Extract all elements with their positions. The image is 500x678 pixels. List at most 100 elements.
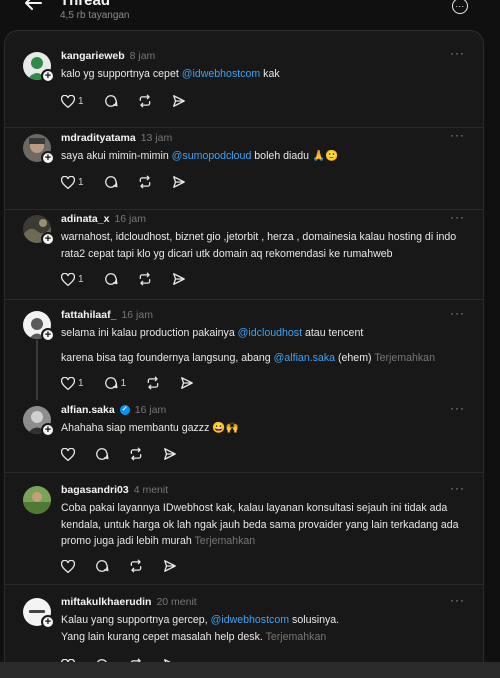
follow-plus-icon[interactable]: + bbox=[41, 423, 55, 437]
comment-icon bbox=[104, 95, 118, 107]
comment-icon bbox=[96, 448, 109, 460]
share-button[interactable] bbox=[172, 94, 186, 108]
reply-post: + adinata_x 16 jam ··· warnahost, idclou… bbox=[5, 210, 483, 300]
reply-button[interactable] bbox=[95, 559, 109, 573]
post-more-button[interactable]: ··· bbox=[450, 401, 465, 415]
username[interactable]: adinata_x bbox=[61, 213, 109, 225]
like-button[interactable] bbox=[61, 559, 75, 573]
share-button[interactable] bbox=[172, 272, 186, 286]
username[interactable]: mdradityatama bbox=[61, 132, 136, 144]
repost-button[interactable] bbox=[138, 94, 152, 108]
post-actions bbox=[61, 558, 197, 574]
more-options-button[interactable]: ... bbox=[452, 0, 468, 14]
repost-button[interactable] bbox=[129, 447, 143, 461]
repost-icon bbox=[139, 94, 150, 108]
heart-icon bbox=[61, 272, 75, 286]
translate-link[interactable]: Terjemahkan bbox=[266, 631, 327, 643]
post-more-button[interactable]: ··· bbox=[450, 210, 465, 224]
share-button[interactable] bbox=[163, 447, 177, 461]
repost-button[interactable] bbox=[138, 272, 152, 286]
post-text: Coba pakai layannya IDwebhost kak, kalau… bbox=[61, 502, 459, 547]
send-icon bbox=[172, 95, 185, 107]
post-text: Ahahaha siap membantu gazzz 😀🙌 bbox=[61, 422, 239, 434]
send-icon bbox=[172, 273, 185, 285]
like-button[interactable]: 1 bbox=[61, 376, 84, 390]
avatar[interactable]: + bbox=[23, 598, 55, 629]
post-actions bbox=[61, 446, 197, 462]
timestamp: 20 menit bbox=[156, 596, 197, 608]
like-button[interactable]: 1 bbox=[61, 272, 84, 286]
repost-button[interactable] bbox=[138, 175, 152, 189]
heart-icon bbox=[61, 175, 75, 189]
avatar[interactable]: + bbox=[23, 52, 55, 83]
mention-link[interactable]: @idwebhostcom bbox=[211, 614, 289, 626]
avatar[interactable]: + bbox=[23, 134, 55, 165]
back-button[interactable] bbox=[22, 0, 44, 12]
reply-post: bagasandri03 4 menit ··· Coba pakai laya… bbox=[5, 473, 483, 585]
send-icon bbox=[164, 448, 176, 460]
reply-post: + fattahilaaf_ 16 jam ··· selama ini kal… bbox=[5, 300, 483, 403]
avatar[interactable]: + bbox=[23, 406, 55, 437]
thread-header: Thread 4,5 rb tayangan ... bbox=[0, 0, 500, 28]
share-button[interactable] bbox=[172, 175, 186, 189]
translate-link[interactable]: Terjemahkan bbox=[195, 535, 256, 547]
reply-button[interactable]: 1 bbox=[104, 376, 126, 390]
post-more-button[interactable]: ··· bbox=[450, 593, 465, 607]
timestamp: 16 jam bbox=[114, 213, 146, 225]
post-more-button[interactable]: ··· bbox=[450, 306, 465, 320]
comment-icon bbox=[104, 273, 118, 285]
share-button[interactable] bbox=[180, 376, 194, 390]
post-text: warnahost, idcloudhost, biznet gio ,jeto… bbox=[61, 231, 457, 260]
post-more-button[interactable]: ··· bbox=[450, 481, 465, 495]
post-actions: 1 bbox=[61, 174, 206, 190]
like-button[interactable]: 1 bbox=[61, 175, 84, 189]
view-count: 4,5 rb tayangan bbox=[60, 10, 130, 21]
avatar[interactable]: + bbox=[23, 215, 55, 246]
repost-button[interactable] bbox=[129, 559, 143, 573]
post-more-button[interactable]: ··· bbox=[450, 46, 465, 60]
avatar[interactable]: + bbox=[23, 311, 55, 342]
username[interactable]: kangarieweb bbox=[61, 50, 125, 62]
mention-link[interactable]: @alfian.saka bbox=[274, 352, 335, 364]
username[interactable]: fattahilaaf_ bbox=[61, 309, 116, 321]
thread-card: + kangarieweb 8 jam ··· kalo yg supportn… bbox=[4, 30, 484, 678]
send-icon bbox=[181, 377, 194, 389]
mention-link[interactable]: @sumopodcloud bbox=[172, 150, 252, 162]
share-button[interactable] bbox=[163, 559, 177, 573]
reply-button[interactable] bbox=[104, 94, 118, 108]
reply-button[interactable] bbox=[104, 175, 118, 189]
heart-icon bbox=[61, 559, 75, 573]
post-text-continued: karena bisa tag foundernya langsung, aba… bbox=[61, 352, 435, 364]
more-circle-icon: ... bbox=[455, 0, 465, 9]
post-more-button[interactable]: ··· bbox=[450, 128, 465, 142]
follow-plus-icon[interactable]: + bbox=[41, 69, 55, 83]
like-button[interactable] bbox=[61, 447, 75, 461]
avatar[interactable] bbox=[23, 486, 51, 514]
comment-icon bbox=[96, 560, 109, 572]
follow-plus-icon[interactable]: + bbox=[41, 615, 55, 629]
username[interactable]: bagasandri03 bbox=[61, 484, 129, 496]
post-text: kalo yg supportnya cepet @idwebhostcom k… bbox=[61, 68, 280, 80]
comment-icon bbox=[104, 176, 118, 188]
like-button[interactable]: 1 bbox=[61, 94, 84, 108]
mention-link[interactable]: @idcloudhost bbox=[238, 327, 302, 339]
follow-plus-icon[interactable]: + bbox=[41, 328, 55, 342]
translate-link[interactable]: Terjemahkan bbox=[374, 352, 435, 364]
arrow-left-icon bbox=[25, 0, 42, 10]
heart-icon bbox=[61, 447, 75, 461]
send-icon bbox=[172, 176, 185, 188]
repost-icon bbox=[130, 559, 142, 573]
repost-button[interactable] bbox=[146, 376, 160, 390]
username[interactable]: alfian.saka bbox=[61, 404, 115, 416]
reply-button[interactable] bbox=[104, 272, 118, 286]
timestamp: 16 jam bbox=[134, 404, 167, 416]
timestamp: 16 jam bbox=[121, 309, 153, 321]
mention-link[interactable]: @idwebhostcom bbox=[182, 68, 260, 80]
follow-plus-icon[interactable]: + bbox=[41, 151, 55, 165]
thread-connector bbox=[36, 340, 38, 400]
reply-button[interactable] bbox=[95, 447, 109, 461]
post-text: Kalau yang supportnya gercep, @idwebhost… bbox=[61, 614, 340, 643]
follow-plus-icon[interactable]: + bbox=[41, 232, 55, 246]
username[interactable]: miftakulkhaerudin bbox=[61, 596, 151, 608]
heart-icon bbox=[61, 376, 75, 390]
